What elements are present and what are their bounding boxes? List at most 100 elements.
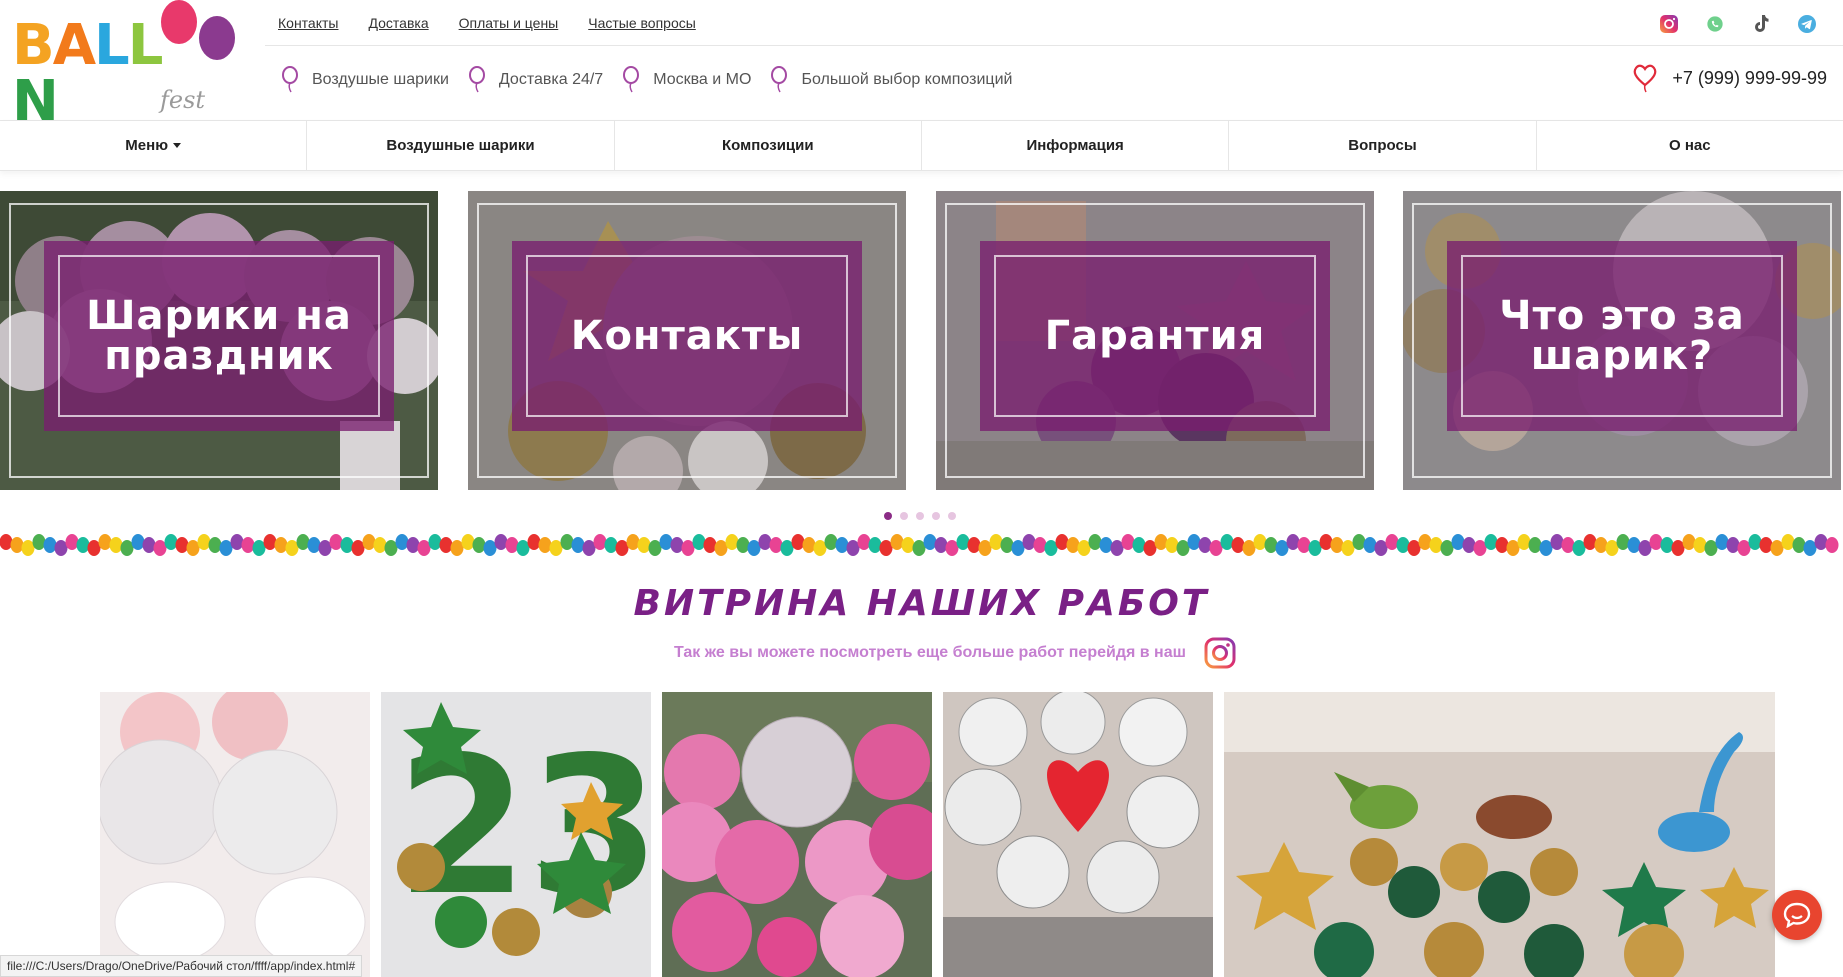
garland-balloon — [65, 534, 79, 550]
chat-bubble-icon — [1783, 902, 1811, 928]
garland-balloon — [1528, 537, 1542, 553]
garland-balloon — [1253, 534, 1267, 550]
link-payment[interactable]: Оплаты и цены — [459, 15, 559, 35]
slide-title: Гарантия — [1044, 313, 1266, 359]
garland-balloon — [1693, 537, 1707, 553]
telegram-icon[interactable] — [1795, 12, 1819, 36]
garland-balloon — [791, 534, 805, 550]
garland-balloon — [835, 537, 849, 553]
nav-about[interactable]: О нас — [1537, 121, 1843, 170]
garland-balloon — [1418, 534, 1432, 550]
nav-compositions[interactable]: Композиции — [615, 121, 922, 170]
garland-balloon — [1132, 537, 1146, 553]
slide-title: Что это за шарик? — [1499, 293, 1745, 379]
garland-balloon — [274, 537, 288, 553]
garland-balloon — [857, 534, 871, 550]
garland-balloon — [692, 534, 706, 550]
nav-menu[interactable]: Меню — [0, 121, 308, 170]
heart-balloon-icon — [1634, 64, 1657, 93]
garland-balloon — [109, 537, 123, 553]
feature-item: Большой выбор композиций — [769, 66, 1012, 94]
garland-balloon — [1385, 534, 1399, 550]
slide-card[interactable]: Гарантия — [936, 191, 1374, 490]
slider-dot[interactable] — [948, 512, 956, 520]
tiktok-icon[interactable] — [1749, 12, 1773, 36]
gallery-photo[interactable]: 23 — [381, 692, 651, 977]
slide-card[interactable]: Контакты — [468, 191, 906, 490]
garland-balloon — [1022, 534, 1036, 550]
slider-dot[interactable] — [932, 512, 940, 520]
instagram-icon[interactable] — [1657, 12, 1681, 36]
garland-balloon — [901, 537, 915, 553]
nav-balloons[interactable]: Воздушные шарики — [307, 121, 615, 170]
garland-balloon — [1055, 534, 1069, 550]
garland-balloon — [1825, 537, 1839, 553]
garland-balloon — [1066, 537, 1080, 553]
garland-balloon — [725, 534, 739, 550]
nav-questions[interactable]: Вопросы — [1229, 121, 1537, 170]
garland-balloon — [164, 534, 178, 550]
garland-balloon — [824, 534, 838, 550]
garland-balloon — [1715, 534, 1729, 550]
garland-balloon — [175, 537, 189, 553]
instagram-icon[interactable] — [1204, 637, 1236, 669]
garland-balloon — [340, 537, 354, 553]
link-delivery[interactable]: Доставка — [368, 15, 428, 35]
garland-balloon — [1363, 537, 1377, 553]
social-links — [1657, 12, 1819, 36]
gallery-photo[interactable] — [662, 692, 932, 977]
nav-information[interactable]: Информация — [922, 121, 1230, 170]
garland-balloon — [1495, 537, 1509, 553]
logo-balloon-purple-icon — [199, 16, 236, 60]
garland-balloon — [1297, 537, 1311, 553]
garland-balloon — [494, 534, 508, 550]
garland-balloon — [1792, 537, 1806, 553]
garland-balloon — [736, 537, 750, 553]
logo-script: fest — [160, 86, 206, 114]
garland-balloon — [208, 537, 222, 553]
garland-balloon — [98, 534, 112, 550]
garland-balloon — [1187, 534, 1201, 550]
garland-balloon — [1154, 534, 1168, 550]
garland-balloon — [296, 534, 310, 550]
garland-balloon — [538, 537, 552, 553]
garland-balloon — [626, 534, 640, 550]
chat-button[interactable] — [1772, 890, 1822, 940]
garland-balloon — [1561, 537, 1575, 553]
header-divider — [265, 45, 1843, 46]
slide-caption-box: Шарики на праздник — [44, 241, 394, 431]
garland-balloon — [1121, 534, 1135, 550]
garland-balloon — [593, 534, 607, 550]
garland-balloon — [1649, 534, 1663, 550]
garland-balloon — [0, 534, 13, 550]
slider-dot[interactable] — [916, 512, 924, 520]
garland-balloon — [10, 537, 24, 553]
showcase-subtitle: Так же вы можете посмотреть еще больше р… — [674, 637, 1236, 669]
balloon-pin-icon — [468, 66, 485, 93]
link-faq[interactable]: Частые вопросы — [588, 15, 696, 35]
garland-balloon — [1330, 537, 1344, 553]
feature-list: Воздушые шарики Доставка 24/7 Москва и М… — [280, 66, 1014, 94]
slider-pagination — [884, 512, 956, 520]
gallery-photo[interactable] — [1224, 692, 1775, 977]
garland-balloon — [362, 534, 376, 550]
phone-number[interactable]: +7 (999) 999-99-99 — [1632, 63, 1827, 93]
garland-balloon — [1198, 537, 1212, 553]
browser-status-url: file:///C:/Users/Drago/OneDrive/Рабочий … — [0, 955, 363, 977]
slide-card[interactable]: Что это за шарик? — [1403, 191, 1841, 490]
logo[interactable]: BALLN fest — [10, 0, 260, 130]
slider-dot[interactable] — [900, 512, 908, 520]
slide-card[interactable]: Шарики на праздник — [0, 191, 438, 490]
gallery-photo[interactable] — [943, 692, 1213, 977]
whatsapp-icon[interactable] — [1703, 12, 1727, 36]
garland-balloon — [637, 537, 651, 553]
slider-dot[interactable] — [884, 512, 892, 520]
slide-caption-box: Гарантия — [980, 241, 1330, 431]
balloon-pin-icon — [771, 66, 788, 93]
caret-down-icon — [173, 143, 182, 148]
link-contacts[interactable]: Контакты — [278, 15, 338, 35]
garland-balloon — [1682, 534, 1696, 550]
gallery-photo[interactable] — [100, 692, 370, 977]
logo-balloon-red-icon — [161, 0, 198, 44]
garland-balloon — [241, 537, 255, 553]
